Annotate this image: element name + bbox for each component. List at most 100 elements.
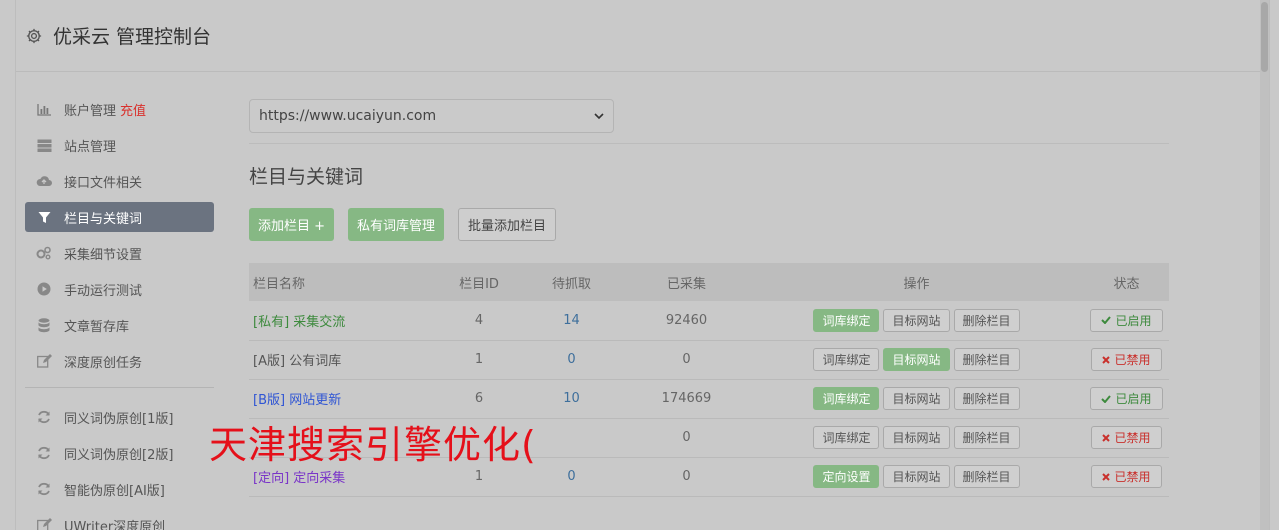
batch-add-column-button[interactable]: 批量添加栏目 [458, 208, 557, 241]
delete-column-button[interactable]: 删除栏目 [953, 465, 1020, 488]
delete-column-button[interactable]: 删除栏目 [953, 387, 1020, 410]
sidebar-item-label: 栏目与关键词 [64, 211, 143, 227]
gear-icon [26, 28, 42, 43]
sidebar-item-synonym-v2[interactable]: 同义词伪原创[2版] [25, 438, 214, 468]
col-header-name: 栏目名称 [253, 276, 306, 292]
refresh-icon [36, 481, 52, 497]
close-icon [1102, 472, 1111, 481]
lexicon-bind-button[interactable]: 词库绑定 [813, 308, 880, 332]
cell-column-name: [A版] 公有词库 [249, 340, 439, 379]
sidebar-item-sites[interactable]: 站点管理 [25, 130, 214, 160]
sidebar-item-article-store[interactable]: 文章暂存库 [25, 310, 214, 340]
column-name[interactable]: 网站更新 [289, 393, 341, 408]
sidebar-item-label: 深度原创任务 [64, 355, 143, 371]
watermark-text: 天津搜索引擎优化( [209, 423, 537, 467]
recharge-link[interactable]: 充值 [120, 100, 146, 119]
cell-status: 已启用 [1084, 301, 1169, 340]
status-label: 已禁用 [1114, 353, 1151, 367]
cell-pending: 10 [563, 391, 580, 406]
scrollbar-thumb[interactable] [1261, 2, 1268, 72]
status-label: 已禁用 [1114, 431, 1151, 445]
sidebar-item-ai-original[interactable]: 智能伪原创[AI版] [25, 474, 214, 504]
status-toggle-button[interactable]: 已启用 [1090, 387, 1163, 410]
target-site-button[interactable]: 目标网站 [883, 308, 950, 332]
col-header-status: 状态 [1113, 276, 1140, 292]
cell-status: 已禁用 [1084, 457, 1169, 496]
delete-column-button[interactable]: 删除栏目 [953, 348, 1020, 371]
cell-column-name: [私有] 采集交流 [249, 301, 439, 340]
private-lexicon-button[interactable]: 私有词库管理 [348, 208, 445, 241]
target-site-button[interactable]: 目标网站 [883, 465, 950, 488]
close-icon [1102, 355, 1111, 364]
delete-column-button[interactable]: 删除栏目 [953, 426, 1020, 449]
target-site-button[interactable]: 目标网站 [883, 426, 950, 449]
edit-icon [36, 517, 52, 530]
sidebar-item-account[interactable]: 账户管理 充值 [25, 94, 214, 124]
table-header-row: 栏目名称 栏目ID 待抓取 已采集 操作 状态 [249, 263, 1169, 301]
sidebar-item-label: 站点管理 [64, 139, 117, 155]
close-icon [1102, 433, 1111, 442]
column-tag[interactable]: [私有] [253, 315, 289, 330]
col-header-collected: 已采集 [666, 276, 706, 292]
server-icon [36, 137, 52, 153]
column-tag[interactable]: [定向] [253, 471, 289, 486]
check-icon [1101, 394, 1112, 403]
table-row: [私有] 采集交流 4 14 92460 词库绑定 目标网站 删除栏目 已启用 [249, 301, 1169, 340]
sidebar-item-synonym-v1[interactable]: 同义词伪原创[1版] [25, 402, 214, 432]
status-toggle-button[interactable]: 已禁用 [1091, 348, 1162, 371]
refresh-icon [36, 409, 52, 425]
column-name[interactable]: 采集交流 [293, 315, 345, 330]
sidebar-item-label: 手动运行测试 [64, 283, 143, 299]
scrollbar[interactable] [1260, 0, 1269, 530]
toolbar: 添加栏目 + 私有词库管理 批量添加栏目 [249, 208, 1169, 241]
add-column-button[interactable]: 添加栏目 + [249, 208, 335, 241]
sidebar-item-manual-run[interactable]: 手动运行测试 [25, 274, 214, 304]
sidebar-item-label: UWriter深度原创 [64, 519, 166, 530]
lexicon-bind-button[interactable]: 词库绑定 [813, 426, 880, 449]
sidebar-item-deep-original[interactable]: 深度原创任务 [25, 346, 214, 376]
target-site-button[interactable]: 目标网站 [883, 387, 950, 410]
lexicon-bind-button[interactable]: 定向设置 [813, 465, 880, 488]
sidebar-item-api-files[interactable]: 接口文件相关 [25, 166, 214, 196]
sidebar-item-uwriter[interactable]: UWriter深度原创 [25, 510, 214, 530]
sidebar-item-columns-keywords[interactable]: 栏目与关键词 [25, 202, 214, 232]
cell-column-name: [B版] 网站更新 [249, 379, 439, 418]
cell-ops: 词库绑定 目标网站 删除栏目 [749, 301, 1084, 340]
column-name[interactable]: 定向采集 [293, 471, 345, 486]
top-bar: 优采云 管理控制台 [16, 0, 1269, 72]
cell-ops: 词库绑定 目标网站 删除栏目 [749, 340, 1084, 379]
sidebar-item-label: 智能伪原创[AI版] [64, 483, 165, 499]
table-row: [A版] 公有词库 1 0 0 词库绑定 目标网站 删除栏目 已禁用 [249, 340, 1169, 379]
cell-status: 已禁用 [1084, 418, 1169, 457]
status-toggle-button[interactable]: 已禁用 [1091, 426, 1162, 449]
lexicon-bind-button[interactable]: 词库绑定 [813, 387, 880, 410]
col-header-pending: 待抓取 [551, 276, 591, 292]
sidebar-item-label: 文章暂存库 [64, 319, 130, 335]
status-toggle-button[interactable]: 已禁用 [1091, 465, 1162, 488]
cell-column-id: 6 [474, 391, 484, 406]
status-toggle-button[interactable]: 已启用 [1090, 308, 1163, 332]
site-select-value: https://www.ucaiyun.com [259, 108, 437, 124]
play-circle-icon [36, 281, 52, 297]
col-header-ops: 操作 [903, 276, 930, 292]
sidebar-item-collect-settings[interactable]: 采集细节设置 [25, 238, 214, 268]
brand: 优采云 管理控制台 [25, 22, 211, 49]
lexicon-bind-button[interactable]: 词库绑定 [813, 348, 880, 371]
target-site-button[interactable]: 目标网站 [883, 348, 950, 371]
col-header-id: 栏目ID [459, 276, 499, 292]
cell-pending: 14 [563, 312, 580, 328]
cell-ops: 定向设置 目标网站 删除栏目 [749, 457, 1084, 496]
check-icon [1101, 316, 1112, 325]
column-tag[interactable]: [B版] [253, 393, 285, 408]
sidebar-item-label: 采集细节设置 [64, 247, 143, 263]
bar-chart-icon [36, 101, 52, 117]
site-select[interactable]: https://www.ucaiyun.com [249, 99, 614, 133]
delete-column-button[interactable]: 删除栏目 [953, 308, 1020, 332]
cell-column-id: 4 [474, 312, 484, 328]
sidebar-item-label: 同义词伪原创[2版] [64, 447, 174, 463]
column-tag[interactable]: [A版] [253, 354, 285, 369]
divider [249, 143, 1169, 144]
table-row: [B版] 网站更新 6 10 174669 词库绑定 目标网站 删除栏目 已启用 [249, 379, 1169, 418]
column-name[interactable]: 公有词库 [289, 354, 341, 369]
cell-status: 已启用 [1084, 379, 1169, 418]
